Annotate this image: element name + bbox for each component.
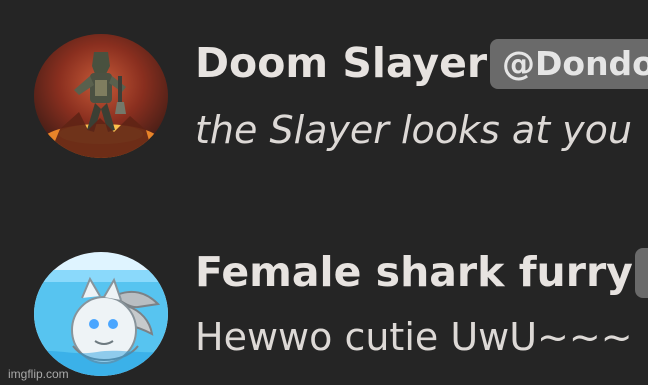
message-content: Doom Slayer @Dondo the Slayer looks at y… bbox=[195, 0, 648, 160]
message: Doom Slayer @Dondo the Slayer looks at y… bbox=[0, 0, 648, 160]
message-header: Female shark furry bbox=[195, 248, 648, 298]
username[interactable]: Female shark furry bbox=[195, 248, 633, 296]
doom-slayer-avatar[interactable] bbox=[34, 34, 168, 158]
user-handle-badge bbox=[635, 248, 648, 298]
message-text: Hewwo cutie UwU~~~ bbox=[195, 315, 633, 359]
username[interactable]: Doom Slayer bbox=[195, 39, 487, 87]
watermark: imgflip.com bbox=[8, 367, 69, 381]
shark-furry-avatar[interactable] bbox=[34, 252, 168, 376]
message-text: the Slayer looks at you bbox=[195, 108, 632, 152]
message-header: Doom Slayer @Dondo bbox=[195, 39, 648, 89]
user-handle-badge: @Dondo bbox=[490, 39, 648, 89]
